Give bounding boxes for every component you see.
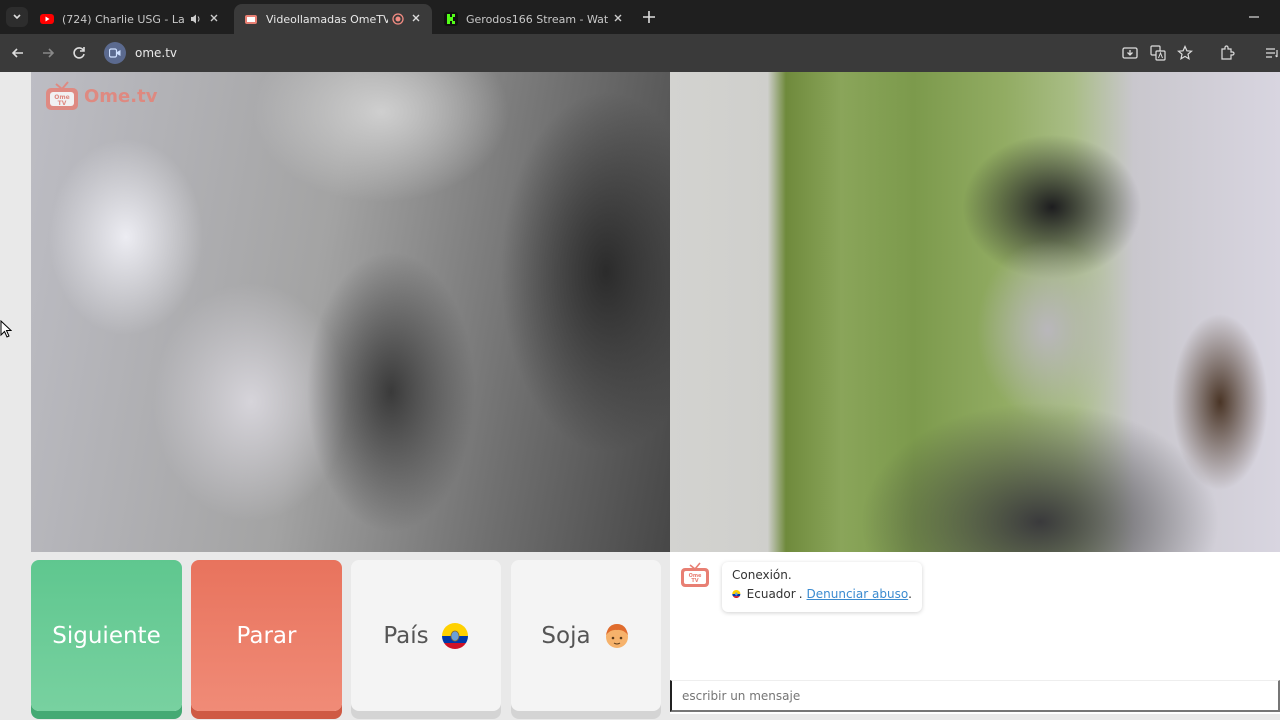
tv-logo-icon: Ome TV xyxy=(46,81,78,110)
navigation-bar: ome.tv xyxy=(0,34,1280,72)
system-message: Conexión. Ecuador . Denunciar abuso . xyxy=(722,562,922,612)
url-text: ome.tv xyxy=(135,46,178,60)
tab-ometv[interactable]: Videollamadas OmeTV — A xyxy=(234,4,432,34)
forward-arrow-icon[interactable] xyxy=(39,44,57,62)
extensions-icon[interactable] xyxy=(1219,45,1235,61)
reading-list-icon[interactable] xyxy=(1264,45,1280,61)
stop-button[interactable]: Parar xyxy=(191,560,342,711)
close-icon[interactable] xyxy=(208,12,220,24)
back-arrow-icon[interactable] xyxy=(9,44,27,62)
mouse-cursor-icon xyxy=(0,320,12,338)
install-app-icon[interactable] xyxy=(1122,45,1138,61)
person-emoji-icon xyxy=(605,623,628,648)
speaker-icon xyxy=(191,14,200,24)
country-button-label: País xyxy=(383,622,429,649)
tab-title: (724) Charlie USG - La Suerte xyxy=(62,12,184,26)
site-info-icon[interactable] xyxy=(104,42,126,64)
next-button-label: Siguiente xyxy=(52,622,161,649)
tab-kick[interactable]: Gerodos166 Stream - Watch Liv xyxy=(434,4,634,34)
tab-title: Videollamadas OmeTV — A xyxy=(266,12,388,26)
next-button[interactable]: Siguiente xyxy=(31,560,182,711)
minimize-icon[interactable] xyxy=(1247,10,1261,24)
kick-icon xyxy=(444,12,458,26)
gender-button-label: Soja xyxy=(541,622,591,649)
video-camera-icon xyxy=(109,48,121,58)
logo-text: Ome.tv xyxy=(84,85,158,107)
youtube-icon xyxy=(40,14,54,24)
chat-panel: Ome TV Conexión. Ecuador . Denunciar abu… xyxy=(670,552,1280,714)
ometv-logo[interactable]: Ome TV Ome.tv xyxy=(44,80,157,112)
country-name: Ecuador xyxy=(746,587,796,601)
address-bar[interactable]: ome.tv xyxy=(100,40,1200,66)
reload-icon[interactable] xyxy=(70,44,88,62)
bookmark-star-icon[interactable] xyxy=(1177,45,1193,61)
tab-bar: (724) Charlie USG - La Suerte Videollama… xyxy=(0,0,1280,34)
report-suffix: . xyxy=(908,587,912,601)
ometv-bot-avatar-icon: Ome TV xyxy=(681,562,709,587)
gender-filter-button[interactable]: Soja xyxy=(511,560,661,711)
svg-text:TV: TV xyxy=(58,100,67,107)
close-icon[interactable] xyxy=(612,12,624,24)
report-abuse-link[interactable]: Denunciar abuso xyxy=(807,587,909,601)
recording-icon xyxy=(392,13,404,25)
country-filter-button[interactable]: País xyxy=(351,560,501,711)
connection-text: Conexión. xyxy=(732,568,792,582)
country-line: Ecuador . Denunciar abuso . xyxy=(732,586,912,602)
message-input[interactable] xyxy=(670,680,1280,712)
tab-youtube[interactable]: (724) Charlie USG - La Suerte xyxy=(30,4,230,34)
partner-video-feed xyxy=(670,72,1280,552)
ecuador-flag-icon xyxy=(441,622,468,649)
tab-search-button[interactable] xyxy=(6,7,28,27)
close-icon[interactable] xyxy=(410,12,422,24)
translate-icon[interactable] xyxy=(1150,45,1166,61)
svg-text:TV: TV xyxy=(691,578,698,584)
separator-text: . xyxy=(798,587,803,601)
stop-button-label: Parar xyxy=(236,622,297,649)
new-tab-icon[interactable] xyxy=(640,8,658,26)
own-video-feed: Ome TV Ome.tv xyxy=(31,72,670,552)
tab-title: Gerodos166 Stream - Watch Liv xyxy=(466,12,608,26)
ometv-page: Ome TV Ome.tv Siguiente Parar País Soja xyxy=(0,72,1280,720)
chevron-down-icon xyxy=(13,14,21,20)
ecuador-flag-icon xyxy=(732,589,741,599)
ometv-tab-icon xyxy=(245,15,257,24)
